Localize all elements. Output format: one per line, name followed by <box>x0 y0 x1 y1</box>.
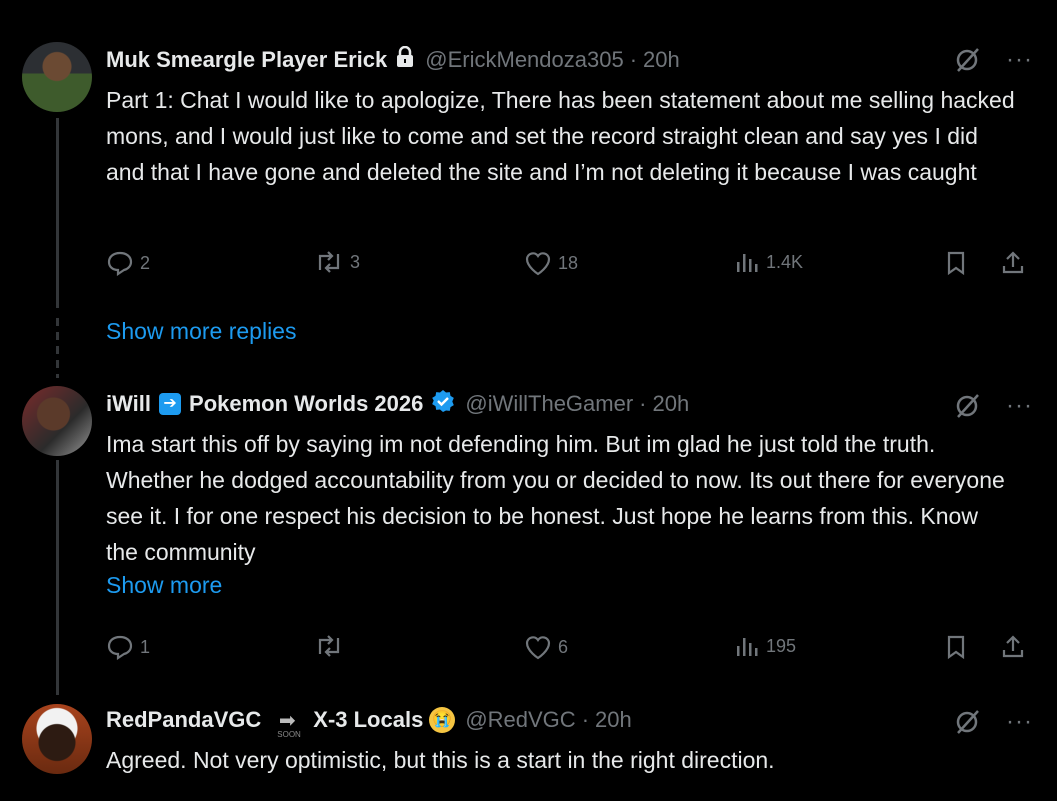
reply-count: 1 <box>140 636 151 657</box>
handle[interactable]: @iWillTheGamer <box>465 391 633 417</box>
repost-button[interactable] <box>314 634 350 658</box>
tweet-text: Ima start this off by saying im not defe… <box>106 431 1005 565</box>
thread-line-dotted <box>56 318 59 378</box>
bookmark-button[interactable] <box>944 250 968 276</box>
avatar[interactable] <box>22 704 92 774</box>
timestamp[interactable]: 20h <box>653 391 690 417</box>
display-name-suffix[interactable]: X-3 Locals <box>313 707 423 733</box>
display-name[interactable]: iWill <box>106 391 151 417</box>
handle[interactable]: @ErickMendoza305 <box>425 47 623 73</box>
avatar[interactable] <box>22 42 92 112</box>
heart-icon <box>525 252 551 276</box>
view-count: 195 <box>766 635 797 656</box>
tweet-header: Muk Smeargle Player Erick @ErickMendoza3… <box>106 44 680 76</box>
reply-count: 2 <box>140 252 151 273</box>
show-more-link[interactable]: Show more <box>106 572 222 599</box>
display-name-suffix[interactable]: Pokemon Worlds 2026 <box>189 391 423 417</box>
tweet-header: iWill ➔ Pokemon Worlds 2026 @iWillTheGam… <box>106 388 689 420</box>
reply-icon <box>107 251 133 276</box>
repost-button[interactable]: 3 <box>314 250 360 274</box>
views-icon <box>737 254 758 272</box>
more-options-icon[interactable]: ··· <box>1006 710 1033 734</box>
views-button[interactable]: 195 <box>734 634 796 658</box>
handle[interactable]: @RedVGC <box>465 707 575 733</box>
tweet-text: Part 1: Chat I would like to apologize, … <box>106 87 1015 185</box>
tweet-actions: 2 3 18 1.4K <box>106 250 1036 280</box>
separator-dot: · <box>639 391 647 416</box>
timestamp[interactable]: 20h <box>643 47 680 73</box>
verified-badge-icon[interactable] <box>431 389 455 419</box>
display-name[interactable]: RedPandaVGC <box>106 707 261 733</box>
view-count: 1.4K <box>766 251 804 272</box>
heart-icon <box>525 636 551 660</box>
share-icon <box>1002 251 1024 274</box>
thread-line <box>56 460 59 695</box>
separator-dot: · <box>581 707 590 732</box>
tweet-top-actions: ··· <box>954 706 1033 738</box>
repost-icon <box>318 251 340 273</box>
tweet-actions: 1 6 195 <box>106 634 1036 664</box>
views-icon <box>737 638 758 656</box>
tweet-top-actions: ··· <box>954 390 1033 422</box>
timestamp[interactable]: 20h <box>595 707 632 733</box>
grok-icon[interactable] <box>954 393 980 419</box>
like-count: 6 <box>558 636 569 657</box>
crying-face-icon: 😭 <box>429 707 456 733</box>
like-button[interactable]: 6 <box>524 634 568 660</box>
bookmark-icon <box>947 635 965 660</box>
more-options-icon[interactable]: ··· <box>1006 48 1033 72</box>
thread-line <box>56 118 59 308</box>
tweet-header: RedPandaVGC ➡ SOON X-3 Locals 😭 @RedVGC ·… <box>106 704 632 739</box>
like-button[interactable]: 18 <box>524 250 578 276</box>
share-button[interactable] <box>1000 634 1026 660</box>
reply-button[interactable]: 1 <box>106 634 150 660</box>
grok-icon[interactable] <box>954 709 980 735</box>
share-icon <box>1002 635 1024 658</box>
tweet-text: Agreed. Not very optimistic, but this is… <box>106 747 775 773</box>
lock-icon <box>395 45 415 74</box>
repost-count: 3 <box>350 251 361 272</box>
bookmark-button[interactable] <box>944 634 968 660</box>
more-options-icon[interactable]: ··· <box>1006 394 1033 418</box>
share-button[interactable] <box>1000 250 1026 276</box>
bookmark-icon <box>947 251 965 276</box>
soon-arrow-icon: ➡ SOON <box>277 709 301 739</box>
avatar[interactable] <box>22 386 92 456</box>
display-name[interactable]: Muk Smeargle Player Erick <box>106 47 387 73</box>
arrow-right-icon: ➔ <box>159 393 182 415</box>
soon-label: SOON <box>277 729 301 739</box>
like-count: 18 <box>558 252 579 273</box>
repost-icon <box>318 635 340 657</box>
views-button[interactable]: 1.4K <box>734 250 803 274</box>
grok-icon[interactable] <box>954 47 980 73</box>
reply-button[interactable]: 2 <box>106 250 150 276</box>
reply-icon <box>107 635 133 660</box>
separator-dot: · <box>629 47 638 72</box>
tweet-top-actions: ··· <box>954 44 1033 76</box>
show-more-replies-link[interactable]: Show more replies <box>106 318 296 345</box>
